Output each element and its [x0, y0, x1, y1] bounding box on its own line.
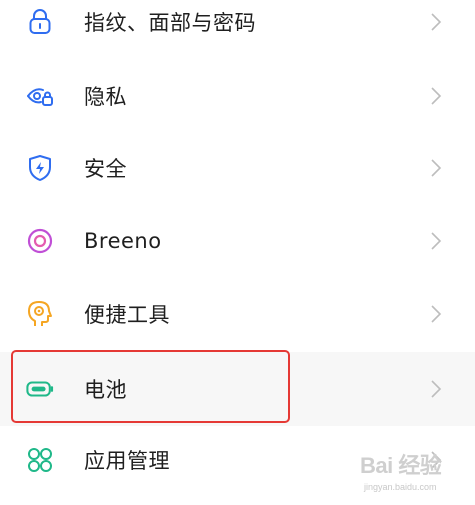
settings-item-label: 指纹、面部与密码: [84, 11, 256, 35]
chevron-right-icon: [426, 302, 446, 326]
settings-item-label: 应用管理: [84, 449, 170, 473]
breeno-ring-icon: [26, 227, 54, 255]
settings-item-label: 安全: [84, 157, 127, 181]
settings-item-label: 隐私: [84, 85, 127, 109]
settings-list: 指纹、面部与密码 隐私 安全 Breeno 便捷工具 电池 应用管理 Bai 经…: [0, 0, 475, 505]
settings-item-privacy[interactable]: 隐私: [0, 62, 475, 130]
battery-icon: [26, 375, 54, 403]
settings-item-battery[interactable]: 电池: [0, 352, 475, 426]
chevron-right-icon: [426, 10, 446, 34]
settings-item-fingerprint-face-password[interactable]: 指纹、面部与密码: [0, 0, 475, 56]
chevron-right-icon: [426, 156, 446, 180]
settings-item-label: Breeno: [84, 229, 162, 253]
shield-bolt-icon: [26, 154, 54, 182]
lock-icon: [26, 8, 54, 36]
app-grid-icon: [26, 446, 54, 474]
eye-lock-icon: [26, 82, 54, 110]
head-gear-icon: [26, 300, 54, 328]
settings-item-app-management[interactable]: 应用管理: [0, 426, 475, 494]
settings-item-breeno[interactable]: Breeno: [0, 207, 475, 275]
settings-item-label: 电池: [84, 378, 127, 402]
settings-item-label: 便捷工具: [84, 303, 170, 327]
chevron-right-icon: [426, 229, 446, 253]
chevron-right-icon: [426, 84, 446, 108]
settings-item-security[interactable]: 安全: [0, 134, 475, 202]
chevron-right-icon: [426, 377, 446, 401]
settings-item-convenient-tools[interactable]: 便捷工具: [0, 280, 475, 348]
chevron-right-icon: [426, 448, 446, 472]
